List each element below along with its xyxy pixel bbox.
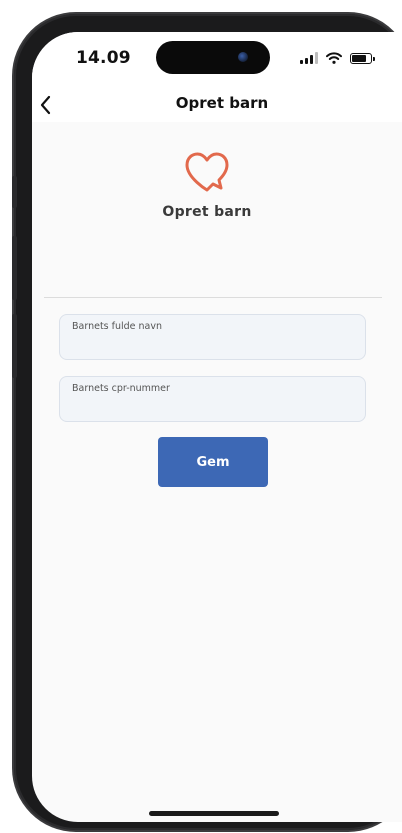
battery-icon: [350, 52, 375, 64]
page-title: Opret barn: [32, 94, 402, 112]
status-icons: [300, 51, 375, 65]
page-title-text: Opret barn: [175, 94, 269, 112]
hero-section: Opret barn: [32, 150, 382, 220]
home-indicator[interactable]: [149, 811, 279, 816]
child-name-label: Barnets fulde navn: [72, 321, 163, 332]
signal-icon: [300, 52, 318, 64]
child-cpr-label: Barnets cpr-nummer: [72, 383, 170, 394]
side-button: [12, 236, 17, 300]
status-time: 14.09: [76, 48, 131, 68]
divider: [44, 297, 382, 298]
heart-chat-icon: [185, 152, 229, 192]
status-bar: 14.09: [32, 32, 402, 88]
nav-bar: Opret barn: [32, 88, 402, 122]
dynamic-island: [156, 41, 270, 74]
wifi-icon: [326, 52, 342, 64]
camera-indicator-icon: [238, 52, 248, 62]
side-button: [12, 314, 17, 378]
hero-title: Opret barn: [162, 204, 252, 220]
save-button[interactable]: Gem: [158, 437, 268, 487]
child-name-field[interactable]: Barnets fulde navn: [59, 314, 366, 360]
child-cpr-field[interactable]: Barnets cpr-nummer: [59, 376, 366, 422]
side-button: [12, 176, 17, 208]
app-screen: 14.09 Opret barn Opret barn Barnets fuld…: [32, 32, 402, 822]
